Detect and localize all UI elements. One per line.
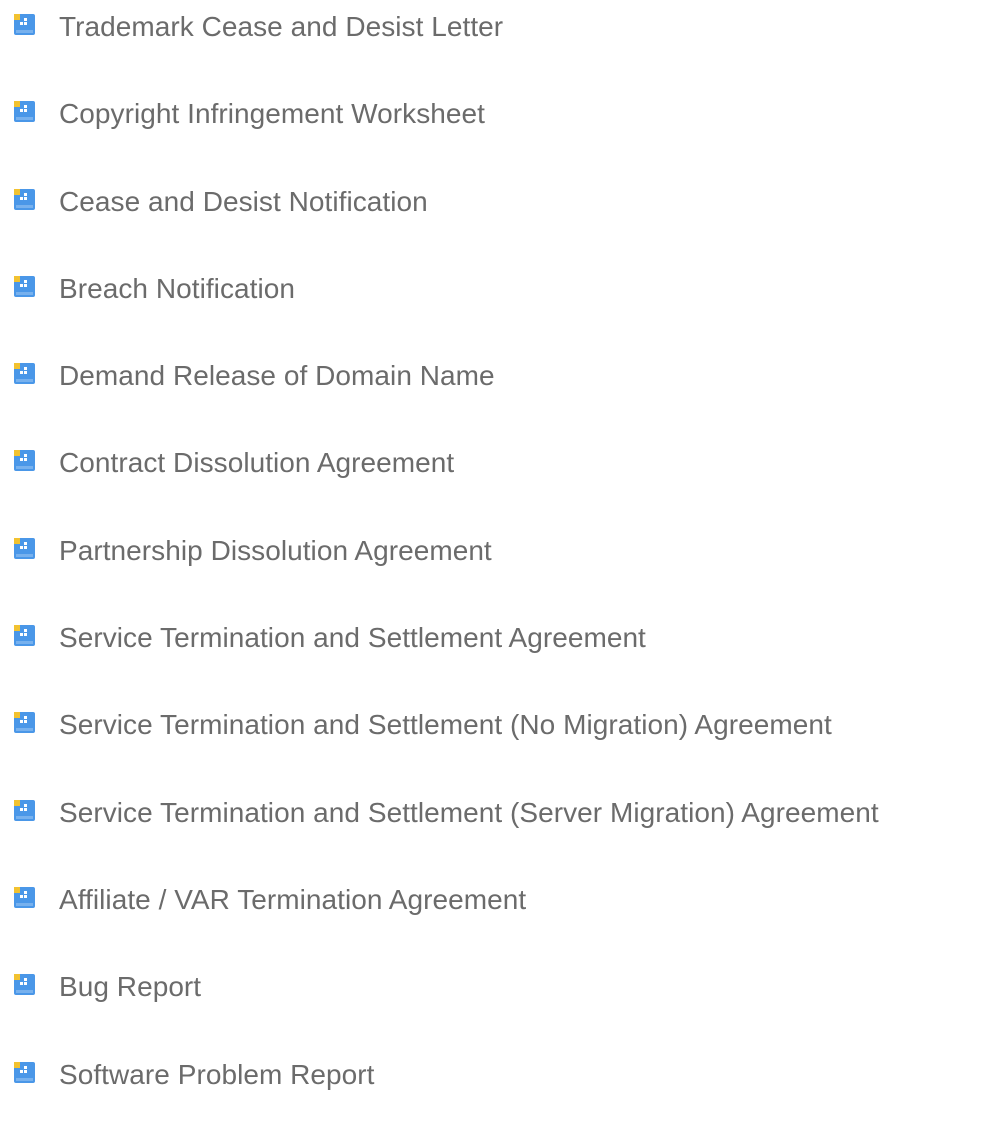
document-icon bbox=[14, 275, 35, 297]
document-label: Demand Release of Domain Name bbox=[59, 360, 495, 392]
document-icon bbox=[14, 537, 35, 559]
document-link-demand-release-of-domain-name[interactable]: Demand Release of Domain Name bbox=[14, 357, 879, 394]
document-label: Breach Notification bbox=[59, 272, 295, 304]
document-icon bbox=[14, 799, 35, 821]
document-label: Cease and Desist Notification bbox=[59, 185, 428, 217]
document-icon bbox=[14, 188, 35, 210]
document-link-bug-report[interactable]: Bug Report bbox=[14, 968, 879, 1005]
document-link-service-termination-no-migration-agreement[interactable]: Service Termination and Settlement (No M… bbox=[14, 706, 879, 743]
document-icon bbox=[14, 1061, 35, 1083]
document-link-software-problem-report[interactable]: Software Problem Report bbox=[14, 1056, 879, 1093]
document-link-partnership-dissolution-agreement[interactable]: Partnership Dissolution Agreement bbox=[14, 532, 879, 569]
document-link-cease-and-desist-notification[interactable]: Cease and Desist Notification bbox=[14, 183, 879, 220]
document-label: Partnership Dissolution Agreement bbox=[59, 534, 492, 566]
document-label: Service Termination and Settlement (No M… bbox=[59, 709, 832, 741]
document-list: Trademark Cease and Desist Letter Copyri… bbox=[14, 8, 879, 1143]
document-icon bbox=[14, 14, 35, 35]
document-label: Bug Report bbox=[59, 971, 202, 1003]
document-icon bbox=[14, 886, 35, 908]
document-link-trademark-cease-and-desist-letter[interactable]: Trademark Cease and Desist Letter bbox=[14, 8, 879, 45]
document-label: Contract Dissolution Agreement bbox=[59, 447, 455, 479]
document-icon bbox=[14, 363, 35, 385]
document-link-service-termination-and-settlement-agreement[interactable]: Service Termination and Settlement Agree… bbox=[14, 619, 879, 656]
document-icon bbox=[14, 625, 35, 647]
document-icon bbox=[14, 101, 35, 123]
document-icon bbox=[14, 974, 35, 996]
document-label: Trademark Cease and Desist Letter bbox=[59, 11, 504, 42]
document-label: Service Termination and Settlement Agree… bbox=[59, 622, 646, 654]
document-label: Copyright Infringement Worksheet bbox=[59, 98, 485, 130]
document-label: Service Termination and Settlement (Serv… bbox=[59, 796, 879, 828]
document-link-affiliate-var-termination-agreement[interactable]: Affiliate / VAR Termination Agreement bbox=[14, 881, 879, 918]
document-label: Affiliate / VAR Termination Agreement bbox=[59, 883, 527, 915]
document-icon bbox=[14, 712, 35, 734]
document-link-service-termination-server-migration-agreement[interactable]: Service Termination and Settlement (Serv… bbox=[14, 794, 879, 831]
document-label: Software Problem Report bbox=[59, 1058, 375, 1090]
document-link-breach-notification[interactable]: Breach Notification bbox=[14, 270, 879, 307]
document-link-contract-dissolution-agreement[interactable]: Contract Dissolution Agreement bbox=[14, 444, 879, 481]
document-link-copyright-infringement-worksheet[interactable]: Copyright Infringement Worksheet bbox=[14, 95, 879, 132]
document-icon bbox=[14, 450, 35, 472]
